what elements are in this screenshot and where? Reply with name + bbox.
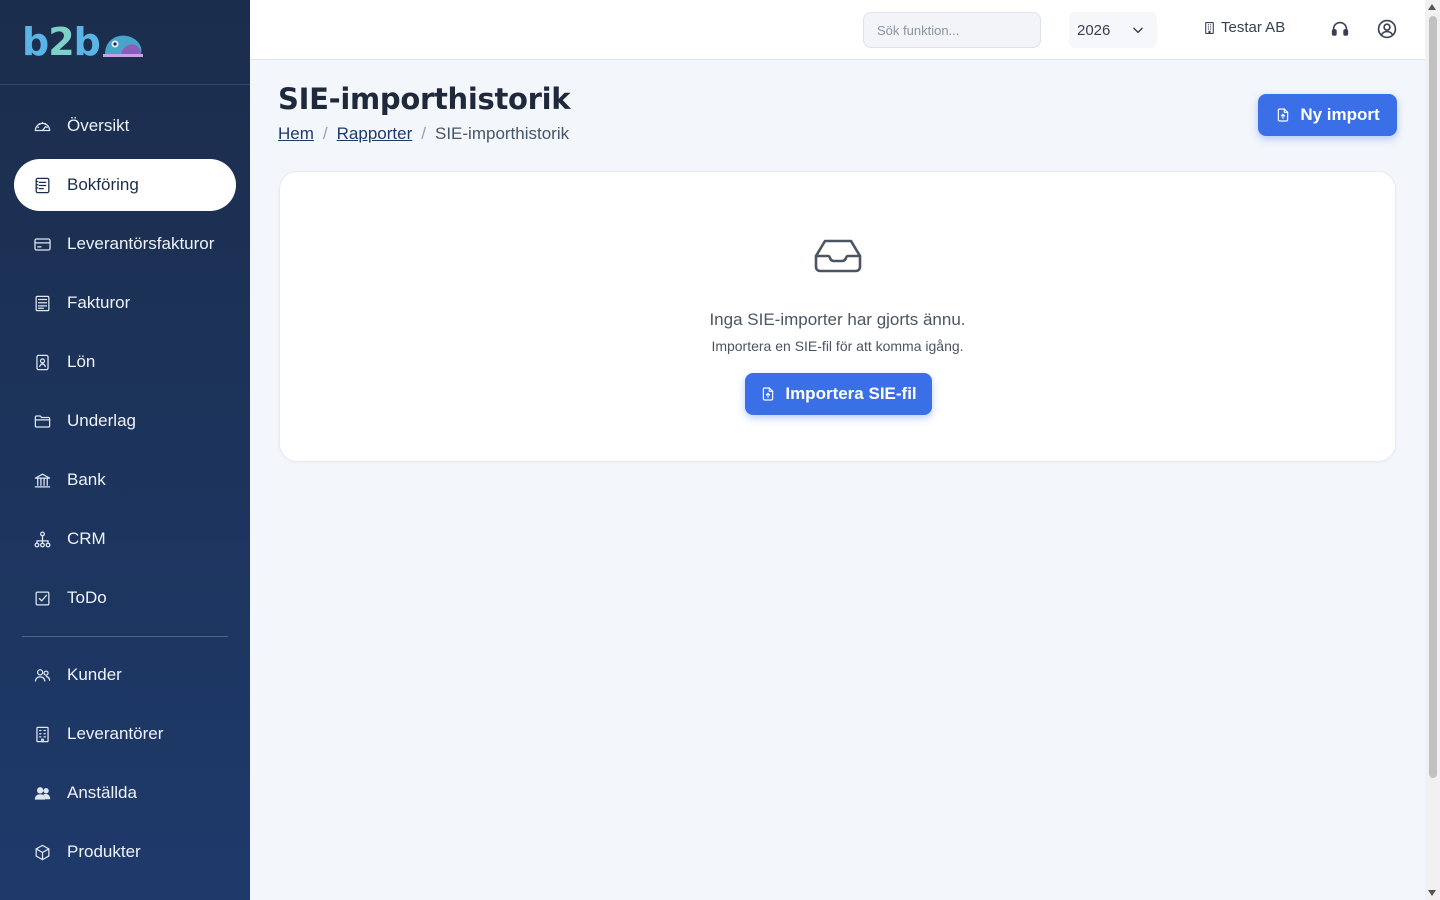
scrollbar-thumb[interactable] <box>1429 16 1437 778</box>
sidebar-item-underlag[interactable]: Underlag <box>14 395 236 447</box>
sidebar-item-label: Fakturor <box>67 293 131 312</box>
chevron-down-icon <box>1133 27 1143 34</box>
logo-area: b2b <box>0 0 250 85</box>
topbar: 2026 Testar AB <box>250 0 1425 60</box>
sidebar-item-label: CRM <box>67 529 106 548</box>
sidebar-item-label: Kunder <box>67 665 122 684</box>
page-scrollbar[interactable] <box>1425 0 1440 900</box>
empty-state-subtitle: Importera en SIE-fil för att komma igång… <box>711 338 964 354</box>
year-value: 2026 <box>1077 21 1111 39</box>
building-icon <box>32 724 52 744</box>
folder-icon <box>32 411 52 431</box>
box-icon <box>32 842 52 862</box>
breadcrumb-current: SIE-importhistorik <box>434 124 570 143</box>
sidebar-item-fakturor[interactable]: Fakturor <box>14 277 236 329</box>
salary-badge-icon <box>32 352 52 372</box>
network-icon <box>32 529 52 549</box>
ledger-book-icon <box>32 175 52 195</box>
scroll-up-arrow-icon[interactable] <box>1428 4 1436 10</box>
headset-icon[interactable] <box>1329 18 1351 40</box>
sidebar-item-label: Anställda <box>67 783 137 802</box>
credit-card-icon <box>32 234 52 254</box>
sidebar-item-leverantorsfakturor[interactable]: Leverantörsfakturor <box>14 218 236 270</box>
year-select[interactable]: 2026 <box>1069 12 1157 48</box>
empty-state-title: Inga SIE-importer har gjorts ännu. <box>709 310 966 329</box>
sidebar-item-label: Produkter <box>67 842 141 861</box>
bank-icon <box>32 470 52 490</box>
search-input[interactable] <box>863 12 1041 48</box>
file-upload-icon <box>1278 108 1289 122</box>
sidebar-item-label: Underlag <box>67 411 136 430</box>
page-title: SIE-importhistorik <box>278 82 571 116</box>
breadcrumb-home-link[interactable]: Hem <box>278 124 314 144</box>
breadcrumb-reports-link[interactable]: Rapporter <box>337 124 413 144</box>
sidebar-item-bokforing[interactable]: Bokföring <box>14 159 236 211</box>
company-name: Testar AB <box>1221 19 1286 36</box>
users-icon <box>32 665 52 685</box>
sidebar-item-label: Bokföring <box>67 175 139 194</box>
sidebar-item-kunder[interactable]: Kunder <box>14 649 236 701</box>
sidebar-item-anstallda[interactable]: Anställda <box>14 767 236 819</box>
sidebar-item-label: Leverantörsfakturor <box>67 234 215 253</box>
sidebar-item-label: Bank <box>67 470 106 489</box>
breadcrumb-separator: / <box>322 124 328 143</box>
import-sie-file-label: Importera SIE-fil <box>785 384 917 403</box>
employees-icon <box>32 783 52 803</box>
sidebar-item-lon[interactable]: Lön <box>14 336 236 388</box>
sidebar-divider <box>22 636 228 637</box>
sidebar-item-bank[interactable]: Bank <box>14 454 236 506</box>
sidebar-nav-secondary: Kunder Leverantörer Anställda Produkter <box>0 649 250 878</box>
sidebar-item-label: Lön <box>67 352 96 371</box>
breadcrumb: Hem / Rapporter / SIE-importhistorik <box>278 124 569 144</box>
sidebar-item-produkter[interactable]: Produkter <box>14 826 236 878</box>
import-history-card: Inga SIE-importer har gjorts ännu. Impor… <box>279 171 1396 462</box>
sidebar-nav: Översikt Bokföring Leverantörsfakturor F… <box>0 85 250 624</box>
import-sie-file-button[interactable]: Importera SIE-fil <box>745 373 932 415</box>
sidebar-item-label: ToDo <box>67 588 107 607</box>
file-upload-icon <box>763 387 774 401</box>
user-circle-icon[interactable] <box>1376 18 1398 40</box>
chameleon-logo-icon <box>101 27 145 57</box>
sidebar-item-todo[interactable]: ToDo <box>14 572 236 624</box>
sidebar-item-leverantorer[interactable]: Leverantörer <box>14 708 236 760</box>
sidebar-item-crm[interactable]: CRM <box>14 513 236 565</box>
b2b-logo[interactable]: b2b <box>22 20 145 64</box>
invoice-icon <box>32 293 52 313</box>
building-icon <box>1205 21 1214 34</box>
new-import-label: Ny import <box>1300 105 1380 124</box>
sidebar-item-label: Översikt <box>67 116 130 135</box>
sidebar: b2b Översikt Bokföring Leverantörsfaktur… <box>0 0 250 900</box>
sidebar-item-label: Leverantörer <box>67 724 164 743</box>
inbox-icon <box>814 239 862 273</box>
dashboard-gauge-icon <box>32 116 52 136</box>
breadcrumb-separator: / <box>421 124 426 143</box>
checkbox-icon <box>32 588 52 608</box>
scroll-down-arrow-icon[interactable] <box>1428 890 1436 896</box>
sidebar-item-oversikt[interactable]: Översikt <box>14 100 236 152</box>
company-switcher[interactable]: Testar AB <box>1203 19 1285 36</box>
new-import-button[interactable]: Ny import <box>1258 94 1397 136</box>
